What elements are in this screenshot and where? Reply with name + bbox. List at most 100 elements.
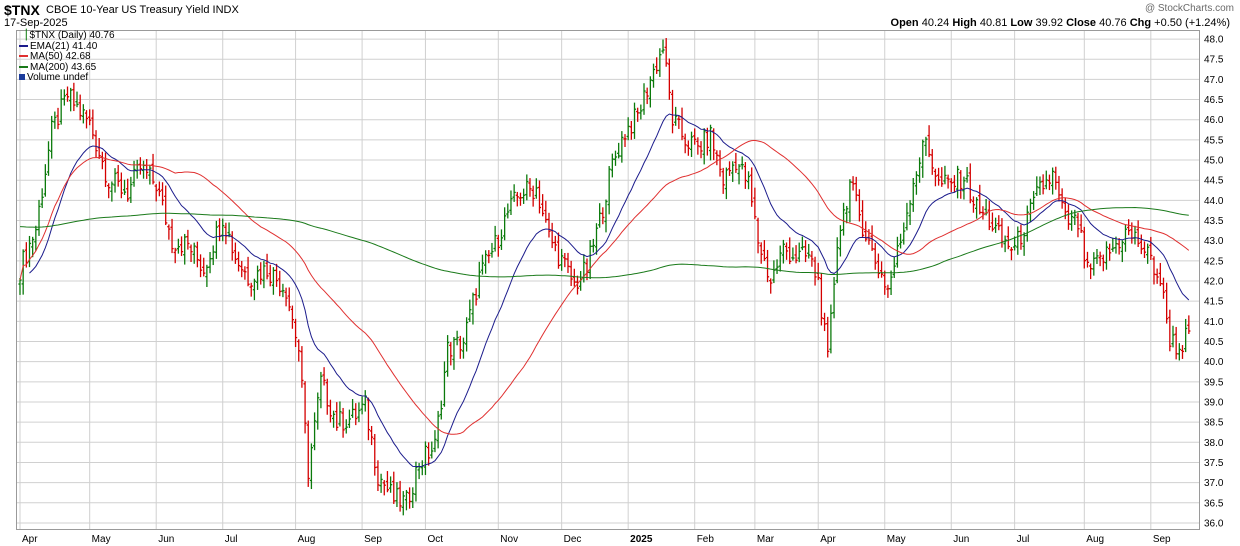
price-bar [1158, 262, 1162, 287]
y-tick-label: 47.0 [1204, 75, 1224, 86]
price-bar [347, 409, 352, 429]
price-bar [515, 191, 519, 207]
price-bar [186, 229, 190, 250]
price-bar [908, 200, 912, 226]
price-bar [1155, 268, 1159, 284]
price-bar [613, 150, 618, 166]
price-bar [1082, 226, 1086, 269]
price-bar [1104, 241, 1109, 270]
price-bar [886, 284, 890, 298]
price-bar [278, 270, 282, 297]
price-bar [297, 339, 301, 362]
price-bar [455, 330, 459, 346]
price-bar [629, 121, 633, 140]
price-bar [762, 240, 766, 261]
y-tick-label: 40.5 [1204, 337, 1224, 348]
price-bar [81, 104, 85, 124]
price-bar [363, 390, 367, 412]
price-bar [737, 164, 741, 185]
price-bar [265, 253, 269, 280]
price-bar [56, 107, 60, 130]
price-bar [1177, 343, 1181, 361]
price-bar [72, 82, 76, 112]
price-bar [601, 207, 605, 225]
price-bar [981, 206, 985, 220]
y-tick-label: 38.5 [1204, 418, 1224, 429]
price-bar [423, 441, 428, 475]
price-bar [674, 106, 678, 126]
price-bar [484, 250, 488, 274]
price-bar [126, 178, 130, 202]
price-bar [620, 131, 624, 163]
price-bar [1041, 174, 1045, 195]
price-bar [170, 218, 174, 254]
price-bar [857, 189, 862, 222]
legend-volume: Volume undef [19, 72, 115, 84]
x-tick-label: Sep [364, 534, 382, 545]
price-bar [876, 253, 881, 279]
price-bar [122, 179, 127, 195]
x-tick-label: Oct [427, 534, 443, 545]
price-bar [997, 215, 1001, 231]
y-tick-label: 36.0 [1204, 518, 1224, 529]
price-bar [376, 460, 380, 492]
price-bar [366, 397, 371, 441]
price-bar [753, 187, 757, 220]
x-tick-label: Dec [564, 534, 582, 545]
price-bar [550, 222, 554, 249]
price-bar [417, 463, 421, 480]
y-tick-label: 42.5 [1204, 256, 1224, 267]
x-tick-label: Mar [757, 534, 775, 545]
x-tick-label: May [887, 534, 906, 545]
price-bar [721, 167, 725, 194]
y-tick-label: 41.0 [1204, 317, 1224, 328]
price-bar [465, 317, 469, 352]
price-bar [1098, 251, 1102, 267]
price-bar [765, 249, 770, 283]
price-bar [705, 127, 709, 156]
price-bar [775, 259, 779, 274]
price-bar [512, 184, 516, 202]
price-bar [262, 260, 266, 289]
price-bar [724, 167, 728, 200]
price-bar [1123, 224, 1128, 252]
price-bar [664, 38, 668, 67]
price-bar [879, 261, 884, 278]
price-bar [518, 192, 523, 206]
price-bar [841, 202, 846, 236]
price-bar [411, 487, 415, 509]
price-bar [1092, 252, 1096, 276]
price-bar [1038, 176, 1042, 196]
price-bar [522, 188, 526, 204]
price-bar [826, 316, 830, 358]
price-bar [658, 48, 662, 77]
price-bar [956, 165, 960, 199]
price-bar [946, 174, 950, 189]
price-bar [306, 420, 310, 487]
price-bar [914, 171, 919, 195]
price-bar [1133, 225, 1137, 245]
price-bar [541, 194, 545, 217]
price-bar [503, 207, 507, 241]
price-bar [1139, 234, 1143, 255]
price-bar [293, 318, 298, 347]
price-bar [594, 223, 599, 255]
price-bar [892, 256, 896, 279]
price-bar [734, 152, 738, 173]
price-bar [214, 220, 218, 259]
y-tick-label: 39.5 [1204, 377, 1224, 388]
price-bar [217, 218, 222, 242]
price-bar [639, 104, 643, 120]
price-bar [135, 159, 139, 179]
price-bar [439, 400, 443, 420]
price-bar [1085, 251, 1090, 268]
x-tick-label: Jul [225, 534, 238, 545]
price-bar [509, 190, 513, 216]
price-bar [1095, 249, 1099, 264]
price-bar [1184, 318, 1188, 353]
price-bar [236, 251, 241, 272]
price-bar [34, 225, 38, 251]
price-bar [689, 131, 694, 157]
price-bar [560, 248, 564, 271]
price-bar [493, 225, 497, 252]
